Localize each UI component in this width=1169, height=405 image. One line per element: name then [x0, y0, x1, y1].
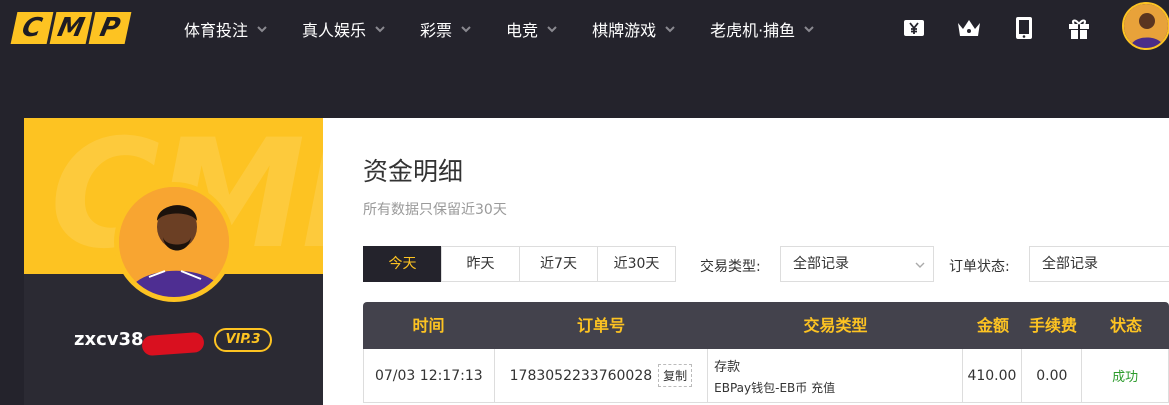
tab-yesterday[interactable]: 昨天 [441, 246, 520, 282]
nav-item-label: 电竞 [506, 21, 539, 40]
yuan-icon[interactable] [900, 14, 928, 42]
nav-item-label: 棋牌游戏 [592, 21, 657, 40]
nav-item-label: 老虎机·捕鱼 [710, 21, 796, 40]
column-header-time: 时间 [412, 316, 445, 335]
cell-type: 存款 EBPay钱包-EB币 充值 [708, 349, 963, 402]
cell-order-no: 1783052233760028 复制 [495, 349, 709, 402]
page-title: 资金明细 [363, 157, 464, 186]
order-status-label: 订单状态: [949, 259, 1010, 275]
chevron-down-icon [461, 26, 471, 33]
top-bar: C M P 体育投注 真人娱乐 彩票 电竞 棋牌游戏 老虎机·捕鱼 [0, 0, 1169, 58]
tab-last-30-days[interactable]: 近30天 [597, 246, 676, 282]
gift-icon[interactable] [1065, 14, 1093, 42]
main-nav: 体育投注 真人娱乐 彩票 电竞 棋牌游戏 老虎机·捕鱼 [184, 0, 849, 58]
transaction-type-value: 全部记录 [793, 256, 849, 272]
date-range-tabs: 今天 昨天 近7天 近30天 [363, 246, 676, 282]
tab-last-7-days[interactable]: 近7天 [519, 246, 598, 282]
avatar-portrait-icon [119, 187, 229, 297]
user-avatar[interactable] [1122, 2, 1169, 50]
nav-item-label: 体育投注 [184, 21, 249, 40]
transactions-table: 时间 订单号 交易类型 金额 手续费 状态 07/03 12:17:13 178… [363, 302, 1169, 403]
column-header-type: 交易类型 [803, 316, 868, 335]
nav-item-lottery[interactable]: 彩票 [420, 17, 471, 41]
nav-item-sports[interactable]: 体育投注 [184, 17, 267, 41]
cell-fee: 0.00 [1022, 349, 1083, 402]
chevron-down-icon [665, 26, 675, 33]
table-row: 07/03 12:17:13 1783052233760028 复制 存款 EB… [363, 349, 1169, 403]
profile-panel: CMP zxcv38 VIP.3 [24, 118, 323, 405]
profile-username: zxcv38 [74, 329, 144, 350]
cell-amount: 410.00 [963, 349, 1023, 402]
tab-today[interactable]: 今天 [363, 246, 442, 282]
logo-letter-c: C [10, 12, 54, 44]
transaction-type-select[interactable]: 全部记录 [780, 246, 934, 282]
chevron-down-icon [547, 26, 557, 33]
chevron-down-icon [375, 26, 385, 33]
tablet-icon[interactable] [1010, 14, 1038, 42]
page-subtitle: 所有数据只保留近30天 [363, 202, 507, 218]
chevron-down-icon [257, 26, 267, 33]
header-icons [900, 14, 1120, 42]
fund-details-panel: 资金明细 所有数据只保留近30天 今天 昨天 近7天 近30天 交易类型: 全部… [323, 118, 1169, 405]
chevron-down-icon [804, 26, 814, 33]
order-status-select[interactable]: 全部记录 [1029, 246, 1169, 282]
nav-item-label: 真人娱乐 [302, 21, 367, 40]
username-redaction [141, 331, 205, 357]
nav-item-card-games[interactable]: 棋牌游戏 [592, 17, 675, 41]
logo-letter-m: M [49, 12, 93, 44]
type-sub-text: EBPay钱包-EB币 充值 [714, 380, 836, 395]
order-no-text: 1783052233760028 [509, 367, 653, 384]
order-status-value: 全部记录 [1042, 256, 1098, 272]
table-header: 时间 订单号 交易类型 金额 手续费 状态 [363, 302, 1169, 349]
type-main-text: 存款 [714, 359, 741, 375]
nav-item-label: 彩票 [420, 21, 453, 40]
copy-button[interactable]: 复制 [658, 364, 693, 387]
chevron-down-icon [915, 262, 925, 268]
column-header-amount: 金额 [976, 316, 1009, 335]
vip-badge: VIP.3 [214, 328, 272, 352]
column-header-order-no: 订单号 [576, 316, 625, 335]
transaction-type-label: 交易类型: [700, 259, 761, 275]
cmp-logo[interactable]: C M P [10, 12, 132, 44]
column-header-fee: 手续费 [1028, 316, 1077, 335]
cell-status: 成功 [1082, 349, 1168, 402]
nav-item-esports[interactable]: 电竞 [506, 17, 557, 41]
nav-item-live-casino[interactable]: 真人娱乐 [302, 17, 385, 41]
column-header-status: 状态 [1109, 316, 1142, 335]
avatar-portrait-icon [1124, 4, 1168, 48]
profile-avatar[interactable] [114, 182, 234, 302]
logo-letter-p: P [88, 12, 132, 44]
nav-item-slots-fishing[interactable]: 老虎机·捕鱼 [710, 17, 814, 41]
status-success-badge: 成功 [1112, 370, 1139, 385]
crown-icon[interactable] [955, 14, 983, 42]
cell-time: 07/03 12:17:13 [364, 349, 495, 402]
